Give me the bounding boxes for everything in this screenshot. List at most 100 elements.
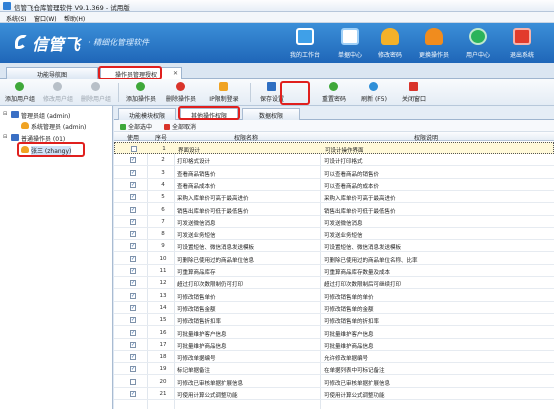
permission-name: 可修改单据编号 (177, 356, 216, 363)
menu-window[interactable]: 窗口(W) (34, 14, 57, 23)
delete-operator-button[interactable]: 删除操作员 (162, 81, 200, 104)
exit-system-button[interactable]: 退出系统 (500, 25, 544, 61)
refresh-button[interactable]: 刷新 (F5) (356, 81, 392, 104)
permission-description: 可使用计算公式调整功能 (324, 393, 385, 399)
permission-description: 可批量维护商品信息 (324, 343, 374, 350)
table-row[interactable]: ✓ 17 可批量维护商品信息 可批量维护商品信息 (114, 339, 554, 351)
tab-function-nav[interactable]: 功能导航图 (6, 67, 98, 79)
cancel-all-button[interactable]: 全部取消 (164, 122, 196, 131)
permission-checkbox[interactable]: ✓ (130, 157, 136, 164)
collapse-icon[interactable]: ⊟ (3, 111, 9, 117)
permission-checkbox[interactable]: ✓ (130, 391, 136, 397)
permission-checkbox[interactable]: ✓ (130, 317, 136, 324)
table-row[interactable]: ✓ 10 可删除已使用过的商品单位信息 可删除已使用过的商品单位名称、比率 (114, 253, 554, 265)
table-row[interactable]: ✓ 19 标记单据备注 在单据列表中可标记备注 (114, 363, 554, 376)
tab-function-permissions[interactable]: 功能模块权限 (118, 108, 176, 120)
user-icon (21, 122, 29, 129)
table-row[interactable]: ✓ 15 可修改销售折扣率 可修改销售单的折扣率 (114, 314, 554, 327)
lock-icon (219, 82, 228, 91)
reset-password-button[interactable]: 重置密码 (316, 81, 352, 104)
permission-checkbox[interactable]: ✓ (130, 268, 136, 274)
ip-restrict-button[interactable]: IP限制登录 (202, 81, 246, 104)
permission-checkbox[interactable]: ✓ (130, 194, 136, 201)
permission-name: 可修改已审核单据扩展信息 (177, 380, 244, 387)
user-center-button[interactable]: 用户中心 (456, 25, 500, 61)
permission-checkbox[interactable]: ✓ (130, 329, 136, 336)
menu-system[interactable]: 系统(S) (6, 14, 27, 23)
change-password-button[interactable]: 修改密码 (368, 25, 412, 61)
row-number: 11 (159, 268, 167, 274)
permission-checkbox[interactable] (130, 378, 136, 385)
permission-checkbox[interactable]: ✓ (130, 169, 136, 176)
table-row[interactable]: ✓ 9 可设置短信、微信消息发送模板 可设置短信、微信消息发送模板 (114, 240, 554, 253)
table-row[interactable]: ✓ 6 销售出库单价可低于最低售价 销售出库单价可低于最低售价 (114, 204, 554, 216)
workbench-button[interactable]: 我的工作台 (283, 25, 327, 61)
select-all-button[interactable]: 全部选中 (120, 122, 152, 131)
row-number: 20 (159, 378, 167, 385)
table-row[interactable]: ✓ 16 可批量维护客户信息 可批量维护客户信息 (114, 327, 554, 339)
row-number: 10 (159, 255, 167, 262)
permission-description: 可修改已审核单据扩展信息 (324, 380, 391, 387)
tree-item-sysadmin[interactable]: 系统管理员 (admin) (0, 121, 112, 131)
permission-checkbox[interactable]: ✓ (130, 181, 136, 188)
table-row[interactable]: ✓ 7 可发送微信消息 可发送微信消息 (114, 216, 554, 228)
menu-bar: 系统(S) 窗口(W) 帮助(H) (0, 12, 554, 23)
permission-name: 采购入库单价可高于最高进价 (177, 196, 249, 203)
table-row[interactable]: ✓ 11 可重算商品库存 可重算商品库存数量及成本 (114, 265, 554, 277)
permission-checkbox[interactable]: ✓ (130, 354, 136, 361)
table-row[interactable]: 1 界面设计 可设计操作界面 (114, 142, 554, 154)
permission-checkbox[interactable]: ✓ (130, 231, 136, 238)
table-row[interactable]: ✓ 14 可修改销售金额 可修改销售单的金额 (114, 302, 554, 314)
permission-checkbox[interactable]: ✓ (130, 341, 136, 348)
permission-description: 销售出库单价可低于最低售价 (324, 208, 396, 215)
edit-icon (53, 82, 62, 91)
permission-checkbox[interactable]: ✓ (130, 304, 136, 311)
permission-name: 可发送业务短信 (177, 233, 216, 240)
tab-data-permissions[interactable]: 数据权限 (242, 108, 300, 120)
collapse-icon[interactable]: ⊟ (3, 134, 9, 140)
close-icon (409, 82, 418, 91)
permission-checkbox[interactable]: ✓ (130, 243, 136, 250)
row-number: 18 (159, 354, 167, 361)
table-row[interactable]: ✓ 13 可修改销售单价 可修改销售单的单价 (114, 290, 554, 302)
table-row[interactable]: ✓ 12 超过打印次数限制仍可打印 超过打印次数限制后可继续打印 (114, 277, 554, 290)
add-icon (136, 82, 145, 91)
table-row[interactable]: ✓ 4 查看商品成本价 可以查看商品的成本价 (114, 179, 554, 191)
table-row[interactable]: ✓ 3 查看商品销售价 可以查看商品的销售价 (114, 167, 554, 179)
delete-group-button[interactable]: 删除用户组 (78, 81, 114, 104)
document-center-button[interactable]: 单据中心 (328, 25, 372, 61)
permission-checkbox[interactable] (131, 146, 137, 152)
permission-checkbox[interactable]: ✓ (130, 218, 136, 225)
permission-name: 可批量维护商品信息 (177, 343, 227, 350)
close-window-button[interactable]: 关闭窗口 (396, 81, 432, 104)
permission-checkbox[interactable]: ✓ (130, 366, 136, 373)
switch-operator-button[interactable]: 更换操作员 (412, 25, 456, 61)
monitor-icon (296, 28, 314, 45)
permission-checkbox[interactable]: ✓ (130, 292, 136, 299)
permission-checkbox[interactable]: ✓ (130, 206, 136, 213)
permission-checkbox[interactable]: ✓ (130, 255, 136, 262)
window-titlebar: 信管飞仓库管理软件 V9.1.369 - 试用版 (0, 0, 554, 12)
add-group-button[interactable]: 添加用户组 (2, 81, 38, 104)
header-no: 序号 (155, 135, 168, 142)
table-row[interactable]: 20 可修改已审核单据扩展信息 可修改已审核单据扩展信息 (114, 376, 554, 388)
table-row[interactable]: ✓ 8 可发送业务短信 可发送业务短信 (114, 228, 554, 241)
row-number: 19 (159, 366, 167, 373)
add-operator-button[interactable]: 添加操作员 (122, 81, 160, 104)
row-number: 1 (162, 146, 166, 152)
close-icon[interactable]: ✕ (173, 70, 178, 77)
permission-description: 可设置短信、微信消息发送模板 (324, 245, 402, 252)
menu-help[interactable]: 帮助(H) (64, 14, 85, 23)
permission-name: 可发送微信消息 (177, 220, 216, 227)
tree-group-admin[interactable]: ⊟ 管理员组 (admin) (0, 110, 112, 120)
table-row[interactable]: ✓ 2 打印格式设计 可设计打印格式 (114, 154, 554, 167)
user-key-icon (381, 28, 399, 45)
app-icon (3, 2, 11, 10)
table-row[interactable]: ✓ 21 可使用计算公式调整功能 可使用计算公式调整功能 (114, 388, 554, 400)
table-row[interactable]: ✓ 18 可修改单据编号 允许修改单据编号 (114, 351, 554, 364)
permission-name: 可使用计算公式调整功能 (177, 393, 238, 399)
table-row[interactable]: ✓ 5 采购入库单价可高于最高进价 采购入库单价可高于最高进价 (114, 191, 554, 204)
permission-checkbox[interactable]: ✓ (130, 280, 136, 287)
edit-group-button[interactable]: 修改用户组 (40, 81, 76, 104)
permission-description: 允许修改单据编号 (324, 356, 369, 363)
